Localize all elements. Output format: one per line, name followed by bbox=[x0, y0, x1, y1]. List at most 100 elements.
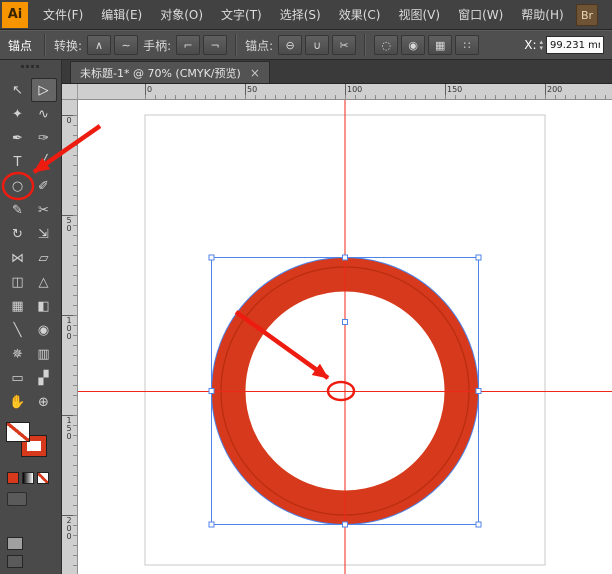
ellipse-tool[interactable]: ○ bbox=[5, 174, 31, 198]
symbol-sprayer-tool[interactable]: ✵ bbox=[5, 342, 31, 366]
hide-handles-button[interactable]: ¬ bbox=[203, 35, 227, 55]
scale-tool[interactable]: ⇲ bbox=[31, 222, 57, 246]
ruler-mark: 1 5 0 bbox=[62, 417, 76, 441]
separator bbox=[235, 34, 237, 56]
mesh-tool[interactable]: ▦ bbox=[5, 294, 31, 318]
toolbar-grip[interactable]: ▪▪▪▪ bbox=[0, 60, 61, 72]
stepper-down-icon[interactable]: ▾ bbox=[539, 45, 543, 51]
anchors-label: 锚点: bbox=[245, 37, 273, 54]
zoom-tool[interactable]: ⊕ bbox=[31, 390, 57, 414]
gradient-button[interactable] bbox=[22, 472, 34, 484]
menu-item[interactable]: 选择(S) bbox=[271, 0, 330, 30]
gradient-tool[interactable]: ◧ bbox=[31, 294, 57, 318]
remove-anchor-button[interactable]: ⊖ bbox=[278, 35, 302, 55]
separator bbox=[364, 34, 366, 56]
bridge-button[interactable]: Br bbox=[576, 4, 598, 26]
x-value-input[interactable] bbox=[546, 36, 604, 54]
ruler-mark: 1 0 0 bbox=[62, 317, 76, 341]
paintbrush-tool[interactable]: ✐ bbox=[31, 174, 57, 198]
handles-label: 手柄: bbox=[143, 37, 171, 54]
horizontal-ruler[interactable]: 050100150200 bbox=[78, 84, 612, 100]
shape-builder-tool[interactable]: ◫ bbox=[5, 270, 31, 294]
fill-stroke-swatches bbox=[0, 422, 61, 468]
fill-color-swatch[interactable] bbox=[6, 422, 30, 442]
convert-label: 转换: bbox=[54, 37, 82, 54]
orientation-button[interactable]: ◉ bbox=[401, 35, 425, 55]
menu-item[interactable]: 对象(O) bbox=[151, 0, 212, 30]
blend-tool[interactable]: ◉ bbox=[31, 318, 57, 342]
draw-mode-row bbox=[0, 492, 61, 506]
ruler-mark: 2 0 0 bbox=[62, 517, 76, 541]
menu-item[interactable]: 文字(T) bbox=[212, 0, 271, 30]
slice-tool[interactable]: ▞ bbox=[31, 366, 57, 390]
selection-handle[interactable] bbox=[476, 522, 481, 527]
canvas[interactable] bbox=[78, 100, 612, 574]
main-area: ▪▪▪▪ ↖▷✦∿✒✑T╱○✐✎✂↻⇲⋈▱◫△▦◧╲◉✵▥▭▞✋⊕ 未标题-1*… bbox=[0, 60, 612, 574]
add-anchor-point-tool[interactable]: ✑ bbox=[31, 126, 57, 150]
selection-handle[interactable] bbox=[209, 255, 214, 260]
menu-item[interactable]: 窗口(W) bbox=[449, 0, 512, 30]
screen-mode-button[interactable] bbox=[7, 537, 23, 550]
close-icon[interactable]: × bbox=[250, 66, 260, 80]
pencil-tool[interactable]: ✎ bbox=[5, 198, 31, 222]
align-panel-button[interactable]: ∷ bbox=[455, 35, 479, 55]
connect-anchors-button[interactable]: ∪ bbox=[305, 35, 329, 55]
none-button[interactable] bbox=[37, 472, 49, 484]
line-segment-tool[interactable]: ╱ bbox=[31, 150, 57, 174]
menu-item[interactable]: 编辑(E) bbox=[92, 0, 151, 30]
selection-handle[interactable] bbox=[476, 389, 481, 394]
ruler-row: 050100150200 bbox=[62, 84, 612, 100]
selection-handle[interactable] bbox=[209, 522, 214, 527]
selection-tool[interactable]: ↖ bbox=[5, 78, 31, 102]
app-logo: Ai bbox=[2, 2, 28, 28]
type-tool[interactable]: T bbox=[5, 150, 31, 174]
document-tab-title: 未标题-1* @ 70% (CMYK/预览) bbox=[80, 65, 241, 81]
rotate-tool[interactable]: ↻ bbox=[5, 222, 31, 246]
bottom-buttons bbox=[7, 537, 23, 568]
panel-toggle-button[interactable] bbox=[7, 555, 23, 568]
ruler-mark: 150 bbox=[447, 85, 462, 94]
perspective-grid-tool[interactable]: △ bbox=[31, 270, 57, 294]
isolate-selection-button[interactable]: ◌ bbox=[374, 35, 398, 55]
menu-items: 文件(F)编辑(E)对象(O)文字(T)选择(S)效果(C)视图(V)窗口(W)… bbox=[34, 0, 573, 30]
convert-to-smooth-button[interactable]: ∼ bbox=[114, 35, 138, 55]
tab-bar: 未标题-1* @ 70% (CMYK/预览) × bbox=[62, 60, 612, 84]
menu-item[interactable]: 文件(F) bbox=[34, 0, 92, 30]
vertical-ruler[interactable]: 05 01 0 01 5 02 0 0 bbox=[62, 100, 78, 574]
document-tab[interactable]: 未标题-1* @ 70% (CMYK/预览) × bbox=[70, 61, 270, 83]
color-button[interactable] bbox=[7, 472, 19, 484]
selection-handle[interactable] bbox=[343, 522, 348, 527]
tool-grid: ↖▷✦∿✒✑T╱○✐✎✂↻⇲⋈▱◫△▦◧╲◉✵▥▭▞✋⊕ bbox=[0, 78, 61, 414]
magic-wand-tool[interactable]: ✦ bbox=[5, 102, 31, 126]
menu-bar: Ai 文件(F)编辑(E)对象(O)文字(T)选择(S)效果(C)视图(V)窗口… bbox=[0, 0, 612, 30]
selection-handle[interactable] bbox=[343, 320, 348, 325]
artboard-tool[interactable]: ▭ bbox=[5, 366, 31, 390]
selection-handle[interactable] bbox=[209, 389, 214, 394]
selection-handle[interactable] bbox=[476, 255, 481, 260]
transform-panel-button[interactable]: ▦ bbox=[428, 35, 452, 55]
show-handles-button[interactable]: ⌐ bbox=[176, 35, 200, 55]
hand-tool[interactable]: ✋ bbox=[5, 390, 31, 414]
eyedropper-tool[interactable]: ╲ bbox=[5, 318, 31, 342]
ruler-mark: 50 bbox=[247, 85, 257, 94]
menu-item[interactable]: 帮助(H) bbox=[512, 0, 572, 30]
scissors-tool[interactable]: ✂ bbox=[31, 198, 57, 222]
direct-selection-tool[interactable]: ▷ bbox=[31, 78, 57, 102]
column-graph-tool[interactable]: ▥ bbox=[31, 342, 57, 366]
selection-handle[interactable] bbox=[343, 255, 348, 260]
x-field-group: X: ▴ ▾ bbox=[524, 36, 604, 54]
ruler-corner[interactable] bbox=[62, 84, 78, 100]
convert-to-corner-button[interactable]: ∧ bbox=[87, 35, 111, 55]
menu-item[interactable]: 效果(C) bbox=[330, 0, 390, 30]
menu-item[interactable]: 视图(V) bbox=[389, 0, 449, 30]
free-transform-tool[interactable]: ▱ bbox=[31, 246, 57, 270]
lasso-tool[interactable]: ∿ bbox=[31, 102, 57, 126]
x-stepper[interactable]: ▴ ▾ bbox=[539, 39, 543, 51]
paint-buttons bbox=[0, 472, 61, 484]
draw-mode-button[interactable] bbox=[7, 492, 27, 506]
width-tool[interactable]: ⋈ bbox=[5, 246, 31, 270]
cut-path-button[interactable]: ✂ bbox=[332, 35, 356, 55]
ruler-mark: 0 bbox=[147, 85, 152, 94]
ruler-mark: 5 0 bbox=[62, 217, 76, 233]
pen-tool[interactable]: ✒ bbox=[5, 126, 31, 150]
